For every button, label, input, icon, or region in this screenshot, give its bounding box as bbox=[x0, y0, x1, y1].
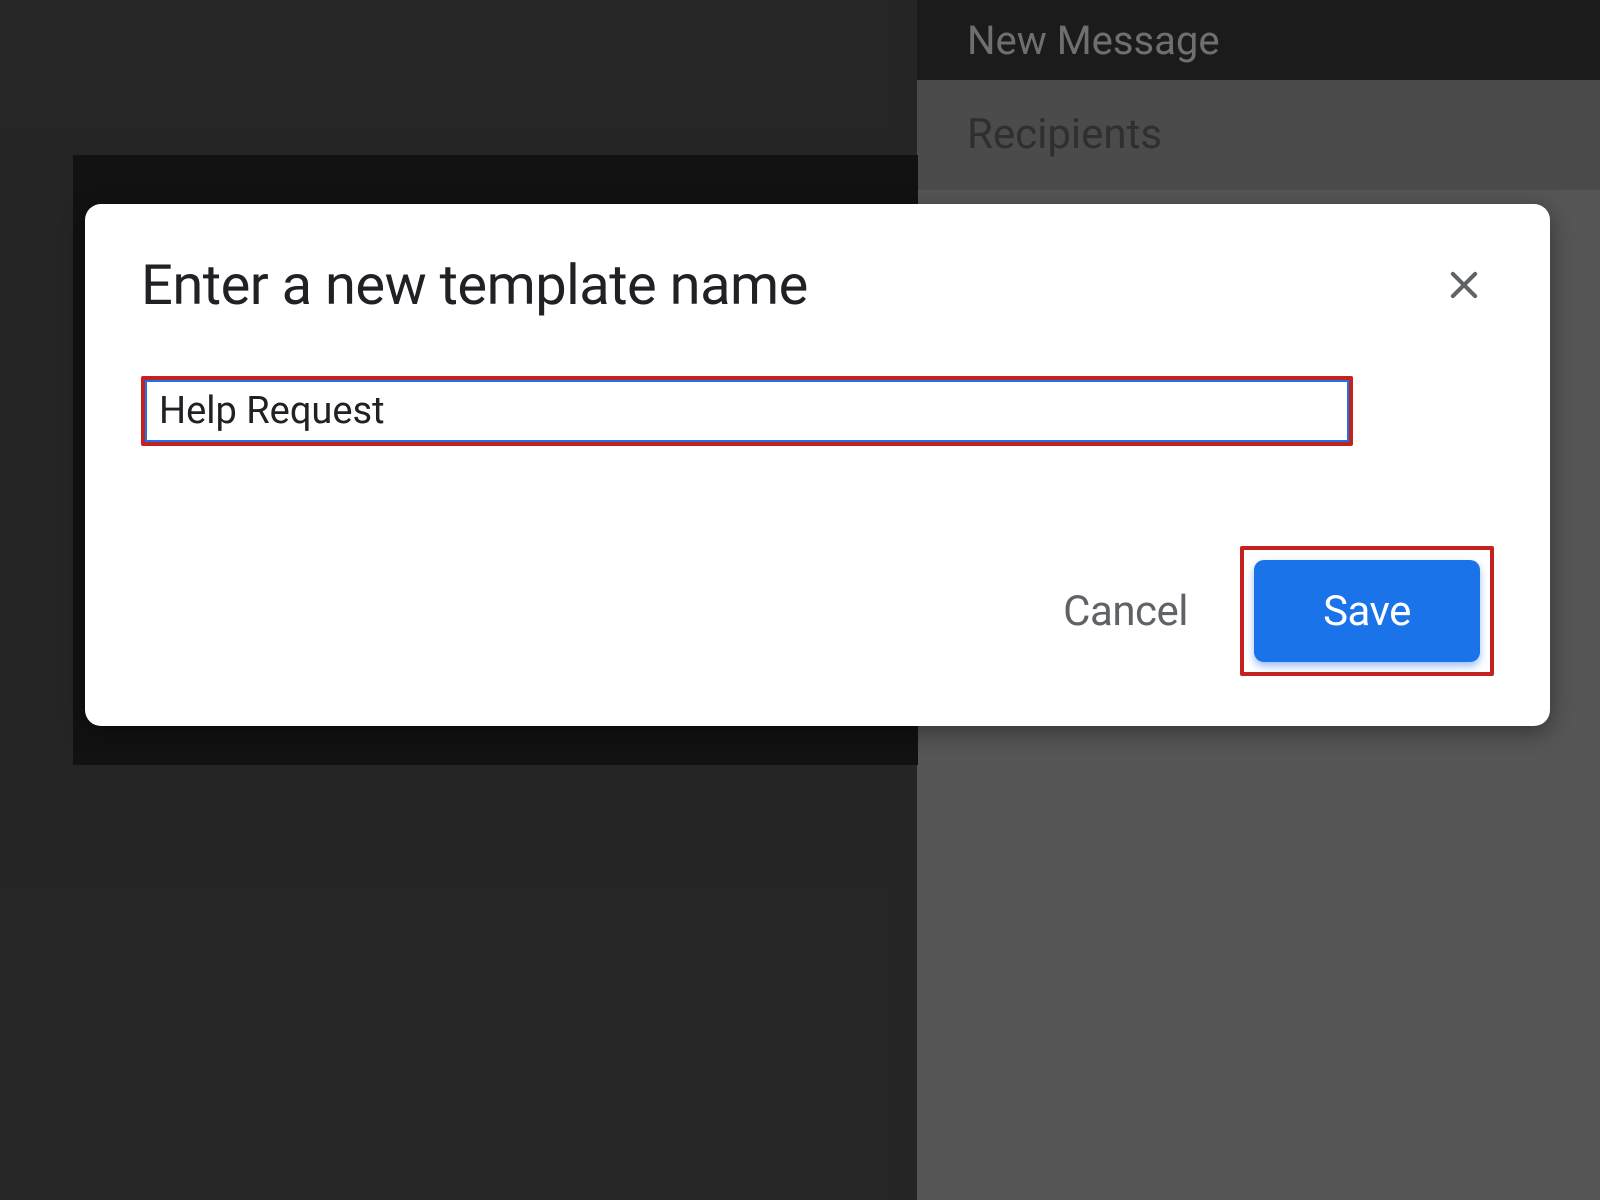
close-icon bbox=[1445, 266, 1483, 304]
close-button[interactable] bbox=[1434, 255, 1494, 315]
dialog-header: Enter a new template name bbox=[141, 252, 1494, 318]
cancel-button[interactable]: Cancel bbox=[1059, 577, 1192, 646]
new-template-dialog: Enter a new template name Cancel Save bbox=[85, 204, 1550, 726]
dialog-actions: Cancel Save bbox=[1059, 546, 1494, 676]
dialog-title: Enter a new template name bbox=[141, 252, 808, 318]
save-button-highlight: Save bbox=[1240, 546, 1494, 676]
template-name-input[interactable] bbox=[145, 380, 1349, 442]
template-name-input-highlight bbox=[141, 376, 1353, 446]
save-button[interactable]: Save bbox=[1254, 560, 1480, 662]
